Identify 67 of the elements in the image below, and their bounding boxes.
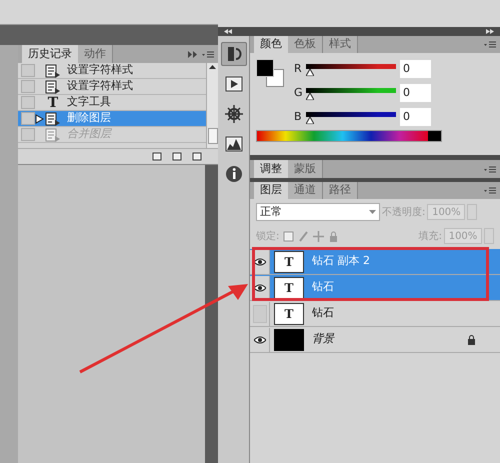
color-spectrum[interactable] — [256, 130, 442, 142]
eye-icon[interactable] — [254, 284, 266, 292]
panel-tab[interactable]: 通道 — [288, 182, 323, 199]
history-step-icon — [45, 112, 61, 126]
history-item-label: 合并图层 — [67, 126, 111, 142]
history-item-label: 文字工具 — [67, 94, 111, 110]
channel-label: R — [294, 60, 303, 77]
channel-label: G — [294, 84, 304, 101]
fill-label: 填充: — [418, 230, 442, 244]
history-item-label: 设置字符样式 — [67, 63, 133, 78]
scrollbar[interactable] — [206, 63, 218, 148]
fill-slider-button[interactable] — [484, 228, 494, 244]
history-step-icon — [45, 64, 61, 78]
channel-slider[interactable] — [306, 112, 396, 124]
channel-slider[interactable] — [306, 88, 396, 100]
panel-tab[interactable]: 路径 — [323, 182, 358, 199]
panel-tab[interactable]: 动作 — [78, 45, 113, 63]
eye-icon[interactable] — [254, 258, 266, 266]
blend-mode-dropdown[interactable]: 正常 — [256, 203, 380, 221]
history-item-label: 设置字符样式 — [67, 78, 133, 94]
opacity-slider-button[interactable] — [467, 204, 478, 220]
history-item[interactable]: 设置字符样式 — [18, 79, 206, 95]
layer-thumbnail — [274, 328, 304, 350]
scroll-thumb[interactable] — [208, 128, 218, 144]
layer-thumbnail: T — [274, 276, 304, 298]
opacity-label: 不透明度: — [382, 206, 426, 220]
value-field[interactable]: 0 — [400, 60, 431, 78]
panel-tab[interactable]: 颜色 — [254, 36, 288, 53]
panel-menu-icon[interactable] — [202, 50, 214, 58]
value-field[interactable]: 0 — [400, 108, 431, 126]
channel-slider[interactable] — [306, 64, 396, 76]
panel-tab[interactable]: 蒙版 — [288, 160, 323, 178]
collapse-icon[interactable] — [224, 29, 232, 34]
layer-row[interactable]: 背景 — [250, 327, 500, 353]
panel-tab[interactable]: 调整 — [254, 160, 288, 178]
visibility-toggle[interactable] — [252, 304, 266, 322]
type-tool-glyph: T — [46, 96, 60, 110]
layer-name: 钻石 副本 2 — [312, 253, 370, 270]
layer-thumbnail: T — [274, 250, 304, 272]
history-step-icon — [45, 128, 61, 142]
panel-tab[interactable]: 色板 — [288, 36, 323, 53]
panel-tab[interactable]: 历史记录 — [22, 45, 78, 63]
layer-name: 钻石 — [312, 279, 334, 296]
eye-icon[interactable] — [254, 336, 266, 344]
layer-row[interactable]: T 钻石 副本 2 — [250, 249, 500, 275]
fast-forward-icon[interactable] — [188, 50, 198, 58]
panel-menu-icon[interactable] — [484, 166, 496, 172]
panel-tab[interactable]: 样式 — [323, 36, 358, 53]
layer-row[interactable]: T 钻石 — [250, 301, 500, 327]
expand-icon[interactable] — [486, 29, 494, 34]
panel-tab[interactable]: 图层 — [254, 182, 288, 199]
scroll-up-icon[interactable] — [209, 65, 216, 69]
panel-menu-icon[interactable] — [484, 41, 496, 48]
layer-name: 背景 — [312, 331, 334, 348]
history-icon[interactable] — [220, 42, 246, 66]
new-document-icon[interactable] — [152, 152, 162, 161]
dropdown-arrow-icon — [369, 210, 376, 214]
value-field[interactable]: 0 — [400, 84, 431, 102]
layer-thumbnail: T — [274, 302, 304, 324]
history-item-label: 删除图层 — [67, 110, 111, 126]
channel-label: B — [294, 108, 303, 125]
history-item[interactable]: 设置字符样式 — [18, 63, 206, 79]
lock-label: 锁定: — [256, 230, 280, 244]
history-step-icon — [45, 80, 61, 94]
color-swatches[interactable] — [256, 59, 284, 87]
panel-menu-icon[interactable] — [484, 187, 496, 194]
layer-name: 钻石 — [312, 305, 334, 322]
